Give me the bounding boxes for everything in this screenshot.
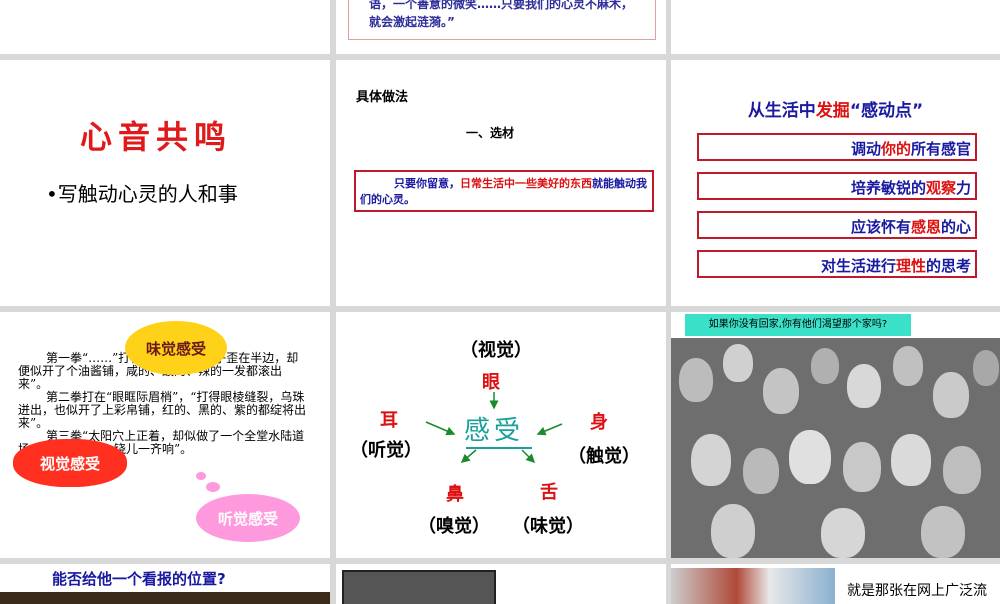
face (763, 368, 799, 414)
slide-web-photo[interactable]: 就是那张在网上广泛流 (671, 564, 1000, 604)
hearing-label: （听觉） (350, 440, 422, 461)
life-title-c: “感动点” (849, 101, 924, 121)
center-word: 感受 (464, 416, 525, 446)
photo-strip (0, 592, 330, 604)
face (933, 372, 969, 418)
face (973, 350, 999, 386)
face (893, 346, 923, 386)
item-text-b: 理性 (895, 257, 926, 275)
method-text: 只要你留意，日常生活中一些美好的东西就能触动我们的心灵。 (360, 176, 650, 208)
face (711, 504, 755, 558)
body-label: 身 (590, 412, 608, 433)
face (811, 348, 839, 384)
item-text-a: 培养敏锐的 (850, 179, 926, 197)
face (843, 442, 881, 492)
item-text-a: 应该怀有 (850, 218, 911, 236)
item-text-c: 的心 (940, 218, 971, 236)
face (891, 434, 931, 486)
crowd-banner: 如果你没有回家,你有他们渴望那个家吗? (685, 314, 911, 336)
slide-crowd[interactable]: 如果你没有回家,你有他们渴望那个家吗? (671, 312, 1000, 558)
sight-label: （视觉） (460, 340, 532, 361)
thought-dot (206, 482, 220, 492)
slide-xinyin[interactable]: 心音共鸣 •写触动心灵的人和事 (0, 60, 330, 306)
face (679, 358, 713, 402)
nose-label: 鼻 (446, 484, 464, 505)
slide-top-right[interactable] (671, 0, 1000, 54)
life-item: 对生活进行理性的思考 (697, 250, 977, 278)
bullet-text: •写触动心灵的人和事 (46, 182, 238, 206)
life-item: 应该怀有感恩的心 (697, 211, 977, 239)
slide-life[interactable]: 从生活中发掘“感动点” 调动你的所有感官 培养敏锐的观察力 应该怀有感恩的心 对… (671, 60, 1000, 306)
item-text-a: 对生活进行 (820, 257, 896, 275)
face (743, 448, 779, 494)
item-text-a: 调动 (850, 140, 881, 158)
method-text-box: 只要你留意，日常生活中一些美好的东西就能触动我们的心灵。 (354, 170, 654, 212)
slide-top-middle[interactable]: 语，一个善意的微笑……只要我们的心灵不麻木，就会激起涟漪。” (336, 0, 666, 54)
slide-senses-diagram[interactable]: （视觉） 眼 耳 （听觉） 感受 身 （触觉） 鼻 舌 （嗅觉） （味觉） (336, 312, 666, 558)
eye-label: 眼 (482, 372, 500, 393)
thought-dot (196, 472, 206, 480)
item-text-b: 感恩 (910, 218, 941, 236)
slide-senses-text[interactable]: 第一拳“……”打得鲜血迸流，鼻子歪在半边，却便似开了个油酱铺，咸的、酸的、辣的一… (0, 312, 330, 558)
passage-paragraph: 第二拳打在“眼眶际眉梢”，“打得眼棱缝裂，乌珠迸出，也似开了上彩帛铺，红的、黑的… (18, 390, 307, 430)
tongue-label: 舌 (540, 482, 558, 503)
life-item: 调动你的所有感官 (697, 133, 977, 161)
life-item: 培养敏锐的观察力 (697, 172, 977, 200)
quote-text: 语，一个善意的微笑……只要我们的心灵不麻木，就会激起涟漪。” (369, 0, 634, 29)
sight-bubble: 视觉感受 (16, 442, 124, 484)
web-photo-text: 就是那张在网上广泛流 (847, 583, 987, 599)
slide-method[interactable]: 具体做法 一、选材 只要你留意，日常生活中一些美好的东西就能触动我们的心灵。 (336, 60, 666, 306)
face (691, 434, 731, 486)
touch-label: （触觉） (568, 446, 640, 467)
life-title: 从生活中发掘“感动点” (671, 96, 1000, 121)
taste-label: （味觉） (512, 516, 584, 537)
life-title-b: 发掘 (815, 101, 850, 121)
item-text-b: 你的 (880, 140, 911, 158)
method-text-b: 日常生活中一些美好的东西 (460, 177, 592, 190)
crowd-photo (671, 338, 1000, 558)
ear-label: 耳 (380, 410, 398, 431)
face (789, 430, 831, 484)
item-text-b: 观察 (925, 179, 956, 197)
old-photo (342, 570, 496, 604)
slide-title: 心音共鸣 (80, 118, 233, 156)
item-text-c: 力 (955, 179, 971, 197)
slide-newspaper[interactable]: 能否给他一个看报的位置? (0, 564, 330, 604)
slide-top-left[interactable] (0, 0, 330, 54)
face (943, 446, 981, 494)
smell-label: （嗅觉） (418, 516, 490, 537)
taste-bubble: 味觉感受 (128, 324, 224, 372)
life-title-a: 从生活中 (747, 101, 816, 121)
item-text-c: 的思考 (925, 257, 971, 275)
face (921, 506, 965, 558)
quote-box: 语，一个善意的微笑……只要我们的心灵不麻木，就会激起涟漪。” (348, 0, 656, 40)
face (723, 344, 753, 382)
item-text-c: 所有感官 (910, 140, 971, 158)
method-text-a: 只要你留意， (394, 177, 460, 190)
slide-bottom-middle[interactable] (336, 564, 666, 604)
hearing-bubble: 听觉感受 (196, 494, 300, 542)
method-heading: 具体做法 (356, 90, 409, 105)
method-subheading: 一、选材 (466, 126, 515, 140)
street-photo (671, 568, 835, 604)
face (847, 364, 881, 408)
newspaper-question: 能否给他一个看报的位置? (52, 570, 226, 588)
face (821, 508, 865, 558)
